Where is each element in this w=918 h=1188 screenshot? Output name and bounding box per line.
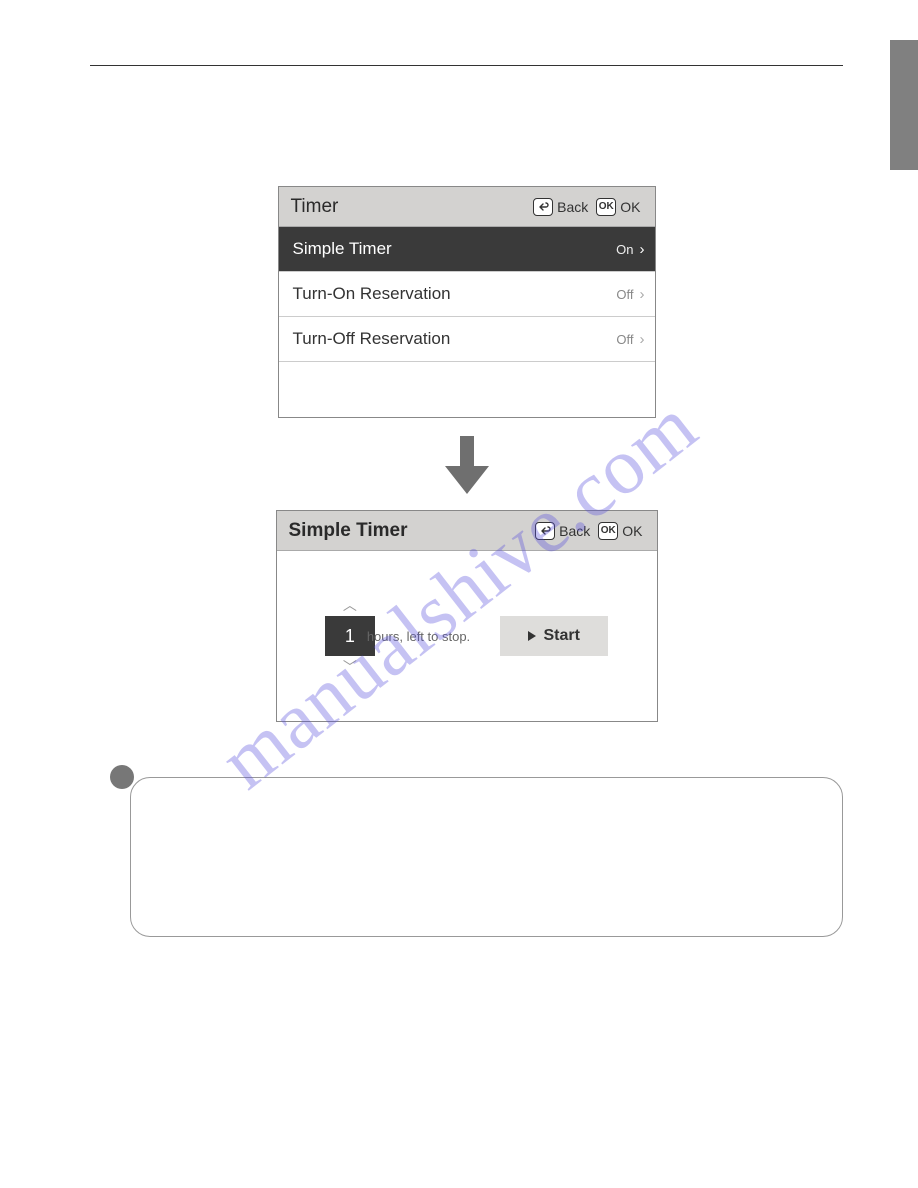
start-label: Start: [543, 627, 579, 645]
back-label: Back: [559, 523, 590, 539]
header-icons: Back OK OK: [533, 198, 644, 216]
menu-item-empty: [279, 362, 655, 417]
simple-timer-panel: Simple Timer Back OK OK ︿ 1 ﹀: [276, 510, 658, 722]
note-bullet-icon: [110, 765, 134, 789]
ok-label: OK: [622, 523, 642, 539]
side-tab: [890, 40, 918, 170]
header-rule: [90, 65, 843, 66]
menu-item-label: Simple Timer: [293, 239, 392, 259]
chevron-right-icon: ›: [640, 286, 645, 303]
back-label: Back: [557, 199, 588, 215]
hours-caption: hours, left to stop.: [367, 629, 470, 644]
start-button[interactable]: Start: [500, 616, 608, 656]
timer-panel-header: Timer Back OK OK: [279, 187, 655, 227]
back-icon: [533, 198, 553, 216]
note-box: [90, 777, 843, 937]
menu-item-turn-on-reservation[interactable]: Turn-On Reservation Off ›: [279, 272, 655, 317]
menu-item-turn-off-reservation[interactable]: Turn-Off Reservation Off ›: [279, 317, 655, 362]
simple-timer-body: ︿ 1 ﹀ hours, left to stop. Start: [277, 551, 657, 721]
timer-panel-title: Timer: [291, 196, 339, 218]
down-arrow-icon: [445, 436, 489, 496]
ok-icon: OK: [598, 522, 618, 540]
menu-item-label: Turn-Off Reservation: [293, 329, 451, 349]
back-icon: [535, 522, 555, 540]
ok-label: OK: [620, 199, 640, 215]
menu-item-simple-timer[interactable]: Simple Timer On ›: [279, 227, 655, 272]
play-icon: [528, 631, 536, 641]
chevron-right-icon: ›: [640, 241, 645, 258]
simple-timer-header: Simple Timer Back OK OK: [277, 511, 657, 551]
menu-item-label: Turn-On Reservation: [293, 284, 451, 304]
chevron-right-icon: ›: [640, 331, 645, 348]
chevron-down-icon[interactable]: ﹀: [343, 660, 357, 674]
simple-timer-title: Simple Timer: [289, 520, 408, 542]
menu-item-value: Off: [616, 332, 633, 347]
chevron-up-icon[interactable]: ︿: [343, 598, 357, 612]
timer-panel: Timer Back OK OK Simple Timer On ›: [278, 186, 656, 418]
header-icons: Back OK OK: [535, 522, 646, 540]
menu-item-value: On: [616, 242, 633, 257]
ok-icon: OK: [596, 198, 616, 216]
menu-item-value: Off: [616, 287, 633, 302]
